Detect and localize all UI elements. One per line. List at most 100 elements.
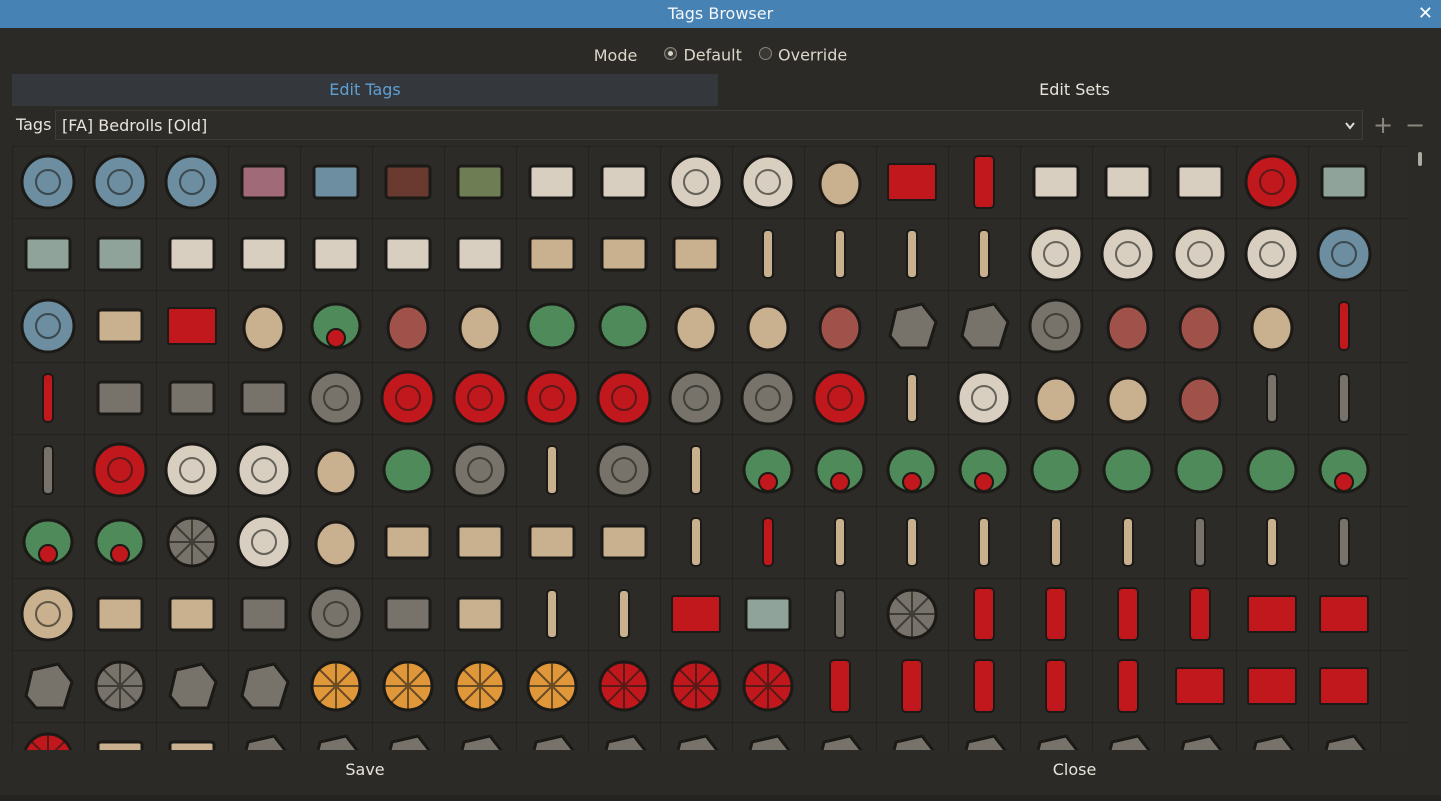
bedroll-icon[interactable] xyxy=(1026,584,1086,644)
asset-thumbnail[interactable] xyxy=(732,434,804,506)
envelope-icon[interactable] xyxy=(1170,152,1230,212)
asset-thumbnail[interactable] xyxy=(156,434,228,506)
asset-thumbnail[interactable] xyxy=(660,506,732,578)
asset-thumbnail[interactable] xyxy=(732,290,804,362)
spear-icon[interactable] xyxy=(1314,512,1374,572)
console-icon[interactable] xyxy=(90,368,150,428)
asset-thumbnail[interactable] xyxy=(228,146,300,218)
asset-thumbnail[interactable] xyxy=(1308,722,1380,750)
asset-thumbnail[interactable] xyxy=(300,722,372,750)
asset-thumbnail[interactable] xyxy=(1020,290,1092,362)
plate-icon[interactable] xyxy=(162,440,222,500)
asset-thumbnail[interactable] xyxy=(1236,146,1308,218)
asset-thumbnail[interactable] xyxy=(12,290,84,362)
asset-thumbnail[interactable] xyxy=(228,506,300,578)
bread-icon[interactable] xyxy=(1026,368,1086,428)
plank-icon[interactable] xyxy=(234,296,294,356)
arrowhead-icon[interactable] xyxy=(1242,512,1302,572)
asset-thumbnail[interactable] xyxy=(1164,362,1236,434)
chest-icon[interactable] xyxy=(162,728,222,750)
asset-thumbnail[interactable] xyxy=(1164,434,1236,506)
envelope-icon[interactable] xyxy=(1098,152,1158,212)
asset-thumbnail[interactable] xyxy=(1236,362,1308,434)
red-mat-icon[interactable] xyxy=(1242,584,1302,644)
woodpile-icon[interactable] xyxy=(378,512,438,572)
paper-icon[interactable] xyxy=(378,224,438,284)
asset-thumbnail[interactable] xyxy=(12,434,84,506)
leaf-icon[interactable] xyxy=(378,440,438,500)
books-icon[interactable] xyxy=(666,224,726,284)
no-globe-icon[interactable] xyxy=(162,152,222,212)
asset-thumbnail[interactable] xyxy=(1236,722,1308,750)
apple-icon[interactable] xyxy=(1170,296,1230,356)
asset-thumbnail[interactable] xyxy=(516,650,588,722)
asset-thumbnail[interactable] xyxy=(1308,506,1380,578)
asset-thumbnail[interactable] xyxy=(444,722,516,750)
asset-thumbnail[interactable] xyxy=(1092,578,1164,650)
stick-icon[interactable] xyxy=(954,224,1014,284)
lantern-icon[interactable] xyxy=(666,512,726,572)
asset-thumbnail[interactable] xyxy=(948,362,1020,434)
knife-icon[interactable] xyxy=(1314,368,1374,428)
asset-thumbnail[interactable] xyxy=(1164,218,1236,290)
asset-thumbnail[interactable] xyxy=(156,290,228,362)
remove-tag-button[interactable]: − xyxy=(1402,110,1428,140)
woodpile-icon[interactable] xyxy=(450,512,510,572)
asset-thumbnail[interactable] xyxy=(660,722,732,750)
asset-thumbnail[interactable] xyxy=(444,362,516,434)
asset-thumbnail[interactable] xyxy=(804,146,876,218)
asset-thumbnail[interactable] xyxy=(228,722,300,750)
asset-thumbnail[interactable] xyxy=(84,578,156,650)
tree-ring-icon[interactable] xyxy=(18,584,78,644)
asset-thumbnail[interactable] xyxy=(12,650,84,722)
radio-unselected-icon[interactable] xyxy=(759,47,772,61)
asset-thumbnail[interactable] xyxy=(12,362,84,434)
rock-icon[interactable] xyxy=(810,728,870,750)
book-pink-icon[interactable] xyxy=(234,152,294,212)
gears-icon[interactable] xyxy=(882,584,942,644)
asset-thumbnail[interactable] xyxy=(876,362,948,434)
red-banner-icon[interactable] xyxy=(954,152,1014,212)
parasol-icon[interactable] xyxy=(594,656,654,716)
tent-icon[interactable] xyxy=(1242,656,1302,716)
radish-icon[interactable] xyxy=(738,440,798,500)
asset-thumbnail[interactable] xyxy=(1092,434,1164,506)
asset-thumbnail[interactable] xyxy=(876,506,948,578)
radish-icon[interactable] xyxy=(1314,440,1374,500)
asset-thumbnail[interactable] xyxy=(516,506,588,578)
asset-thumbnail[interactable] xyxy=(372,722,444,750)
table-icon[interactable] xyxy=(90,584,150,644)
cabbage-icon[interactable] xyxy=(1026,440,1086,500)
asset-thumbnail[interactable] xyxy=(1164,650,1236,722)
asset-thumbnail[interactable] xyxy=(156,722,228,750)
chopped-wood-icon[interactable] xyxy=(306,512,366,572)
scrollbar-thumb[interactable] xyxy=(1418,152,1422,166)
rock-icon[interactable] xyxy=(522,728,582,750)
rock-icon[interactable] xyxy=(450,728,510,750)
asset-thumbnail[interactable] xyxy=(444,578,516,650)
tent-icon[interactable] xyxy=(1314,656,1374,716)
asset-thumbnail[interactable] xyxy=(588,650,660,722)
asset-thumbnail[interactable] xyxy=(12,218,84,290)
banner-icon[interactable] xyxy=(1098,656,1158,716)
no-globe-icon[interactable] xyxy=(90,152,150,212)
mushroom-plate-icon[interactable] xyxy=(1026,224,1086,284)
asset-thumbnail[interactable] xyxy=(1092,218,1164,290)
banner-icon[interactable] xyxy=(810,656,870,716)
asset-thumbnail[interactable] xyxy=(444,218,516,290)
rock-icon[interactable] xyxy=(1026,728,1086,750)
ham-icon[interactable] xyxy=(1170,368,1230,428)
tab-edit-tags[interactable]: Edit Tags xyxy=(12,74,718,106)
red-flag-icon[interactable] xyxy=(882,152,942,212)
tent-icon[interactable] xyxy=(1170,656,1230,716)
stove-icon[interactable] xyxy=(882,296,942,356)
bottle-icon[interactable] xyxy=(882,368,942,428)
asset-thumbnail[interactable] xyxy=(804,434,876,506)
fish-icon[interactable] xyxy=(450,296,510,356)
meat-bowl-icon[interactable] xyxy=(90,440,150,500)
asset-thumbnail[interactable] xyxy=(516,218,588,290)
pot-icon[interactable] xyxy=(666,368,726,428)
campfire-icon[interactable] xyxy=(306,656,366,716)
asset-thumbnail[interactable] xyxy=(444,506,516,578)
red-pot-icon[interactable] xyxy=(594,368,654,428)
